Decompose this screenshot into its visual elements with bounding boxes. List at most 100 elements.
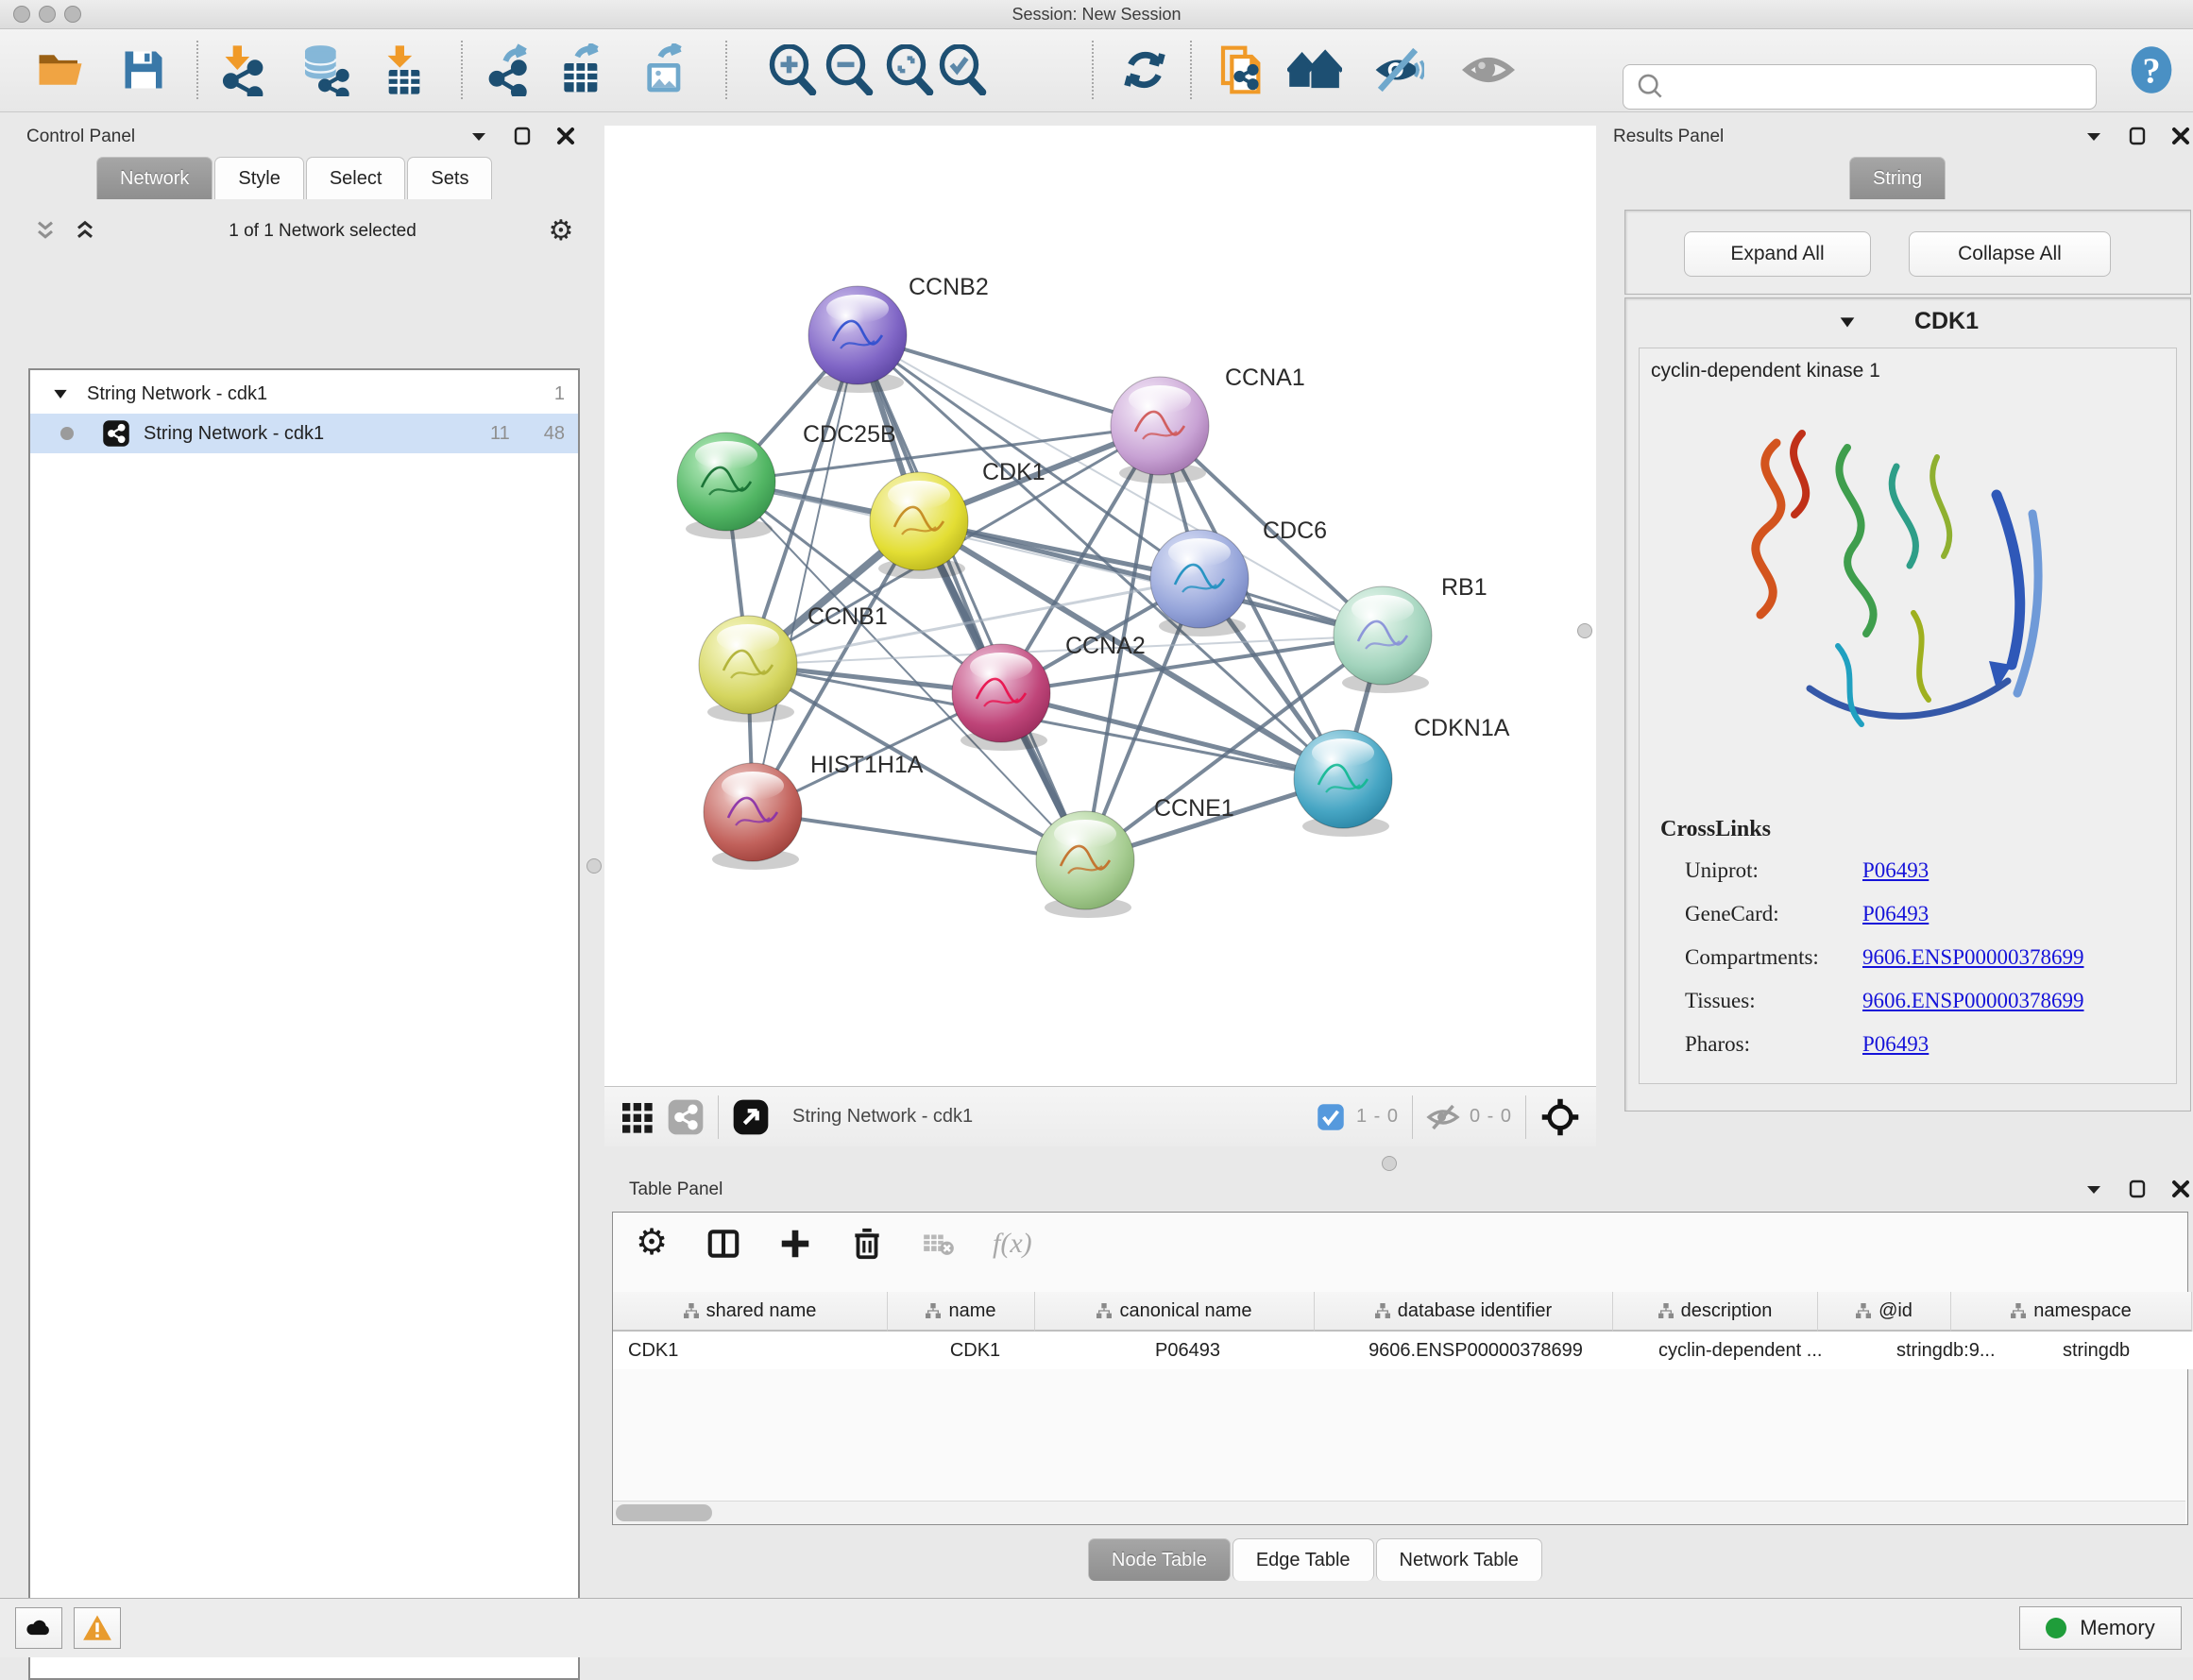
import-network-file-button[interactable] xyxy=(214,42,269,97)
tab-network[interactable]: Network xyxy=(96,157,212,199)
left-splitter-handle[interactable] xyxy=(586,858,602,874)
collapse-all-button[interactable]: Collapse All xyxy=(1909,231,2111,277)
panel-close-icon[interactable] xyxy=(2169,1178,2192,1200)
control-panel: Control Panel NetworkStyleSelectSets 1 o… xyxy=(9,111,590,1596)
search-box[interactable] xyxy=(1623,64,2097,110)
tab-edge-table[interactable]: Edge Table xyxy=(1232,1538,1374,1581)
zoom-in-button[interactable] xyxy=(766,42,821,97)
column-header-name[interactable]: name xyxy=(888,1292,1035,1332)
birds-eye-crosshair-icon[interactable] xyxy=(1539,1096,1581,1138)
clone-network-button[interactable] xyxy=(1216,42,1270,97)
zoom-fit-button[interactable] xyxy=(883,42,938,97)
automation-cloud-button[interactable] xyxy=(15,1607,62,1649)
table-row[interactable]: CDK1CDK1P064939606.ENSP00000378699cyclin… xyxy=(613,1332,2185,1369)
grid-view-icon[interactable] xyxy=(618,1098,655,1136)
network-badge-gray-icon[interactable] xyxy=(667,1098,705,1136)
zoom-selected-button[interactable] xyxy=(936,42,991,97)
help-button[interactable]: ? xyxy=(2124,42,2179,97)
tab-network-table[interactable]: Network Table xyxy=(1376,1538,1542,1581)
expand-all-chevron-icon[interactable] xyxy=(32,218,59,245)
expand-all-button[interactable]: Expand All xyxy=(1684,231,1871,277)
save-session-button[interactable] xyxy=(116,42,171,97)
export-table-button[interactable] xyxy=(554,42,609,97)
table-cell[interactable]: P06493 xyxy=(1048,1332,1327,1369)
search-input[interactable] xyxy=(1673,67,2096,107)
tab-select[interactable]: Select xyxy=(306,157,406,199)
open-in-window-icon[interactable] xyxy=(732,1098,770,1136)
export-image-button[interactable] xyxy=(638,42,692,97)
crosslink-link[interactable]: 9606.ENSP00000378699 xyxy=(1862,989,2084,1013)
panel-float-icon[interactable] xyxy=(2126,1178,2149,1200)
crosslink-link[interactable]: P06493 xyxy=(1862,858,1929,883)
edge-HIST1H1A-CCNE1[interactable] xyxy=(753,812,1085,860)
table-cell[interactable]: CDK1 xyxy=(902,1332,1048,1369)
show-all-button[interactable] xyxy=(1461,42,1516,97)
node-CDKN1A[interactable] xyxy=(1294,730,1392,837)
add-column-plus-icon[interactable] xyxy=(777,1226,813,1262)
column-header--id[interactable]: @id xyxy=(1818,1292,1951,1332)
right-splitter-handle[interactable] xyxy=(1577,623,1592,638)
import-network-database-button[interactable] xyxy=(298,42,352,97)
collapse-all-chevron-icon[interactable] xyxy=(72,218,98,245)
zoom-out-button[interactable] xyxy=(823,42,877,97)
open-session-button[interactable] xyxy=(33,42,88,97)
network-canvas[interactable]: CCNB2CCNA1CDC25BCDK1CDC6RB1CCNB1CCNA2CDK… xyxy=(604,126,1596,1086)
node-CCNE1[interactable] xyxy=(1036,811,1134,918)
node-CCNA1[interactable] xyxy=(1111,377,1209,484)
node-HIST1H1A[interactable] xyxy=(704,763,802,870)
hide-selected-button[interactable] xyxy=(1370,42,1425,97)
network-collection-row[interactable]: String Network - cdk1 1 xyxy=(30,370,578,414)
panel-float-icon[interactable] xyxy=(2126,125,2149,147)
network-options-gear-icon[interactable]: ⚙ xyxy=(547,217,575,246)
tab-node-table[interactable]: Node Table xyxy=(1088,1538,1231,1581)
panel-menu-icon[interactable] xyxy=(468,125,490,147)
node-CDC6[interactable] xyxy=(1150,530,1249,636)
column-header-description[interactable]: description xyxy=(1613,1292,1818,1332)
string-home-button[interactable] xyxy=(1287,42,1342,97)
node-CDC25B[interactable] xyxy=(677,433,775,539)
node-CCNB2[interactable] xyxy=(808,286,907,393)
table-cell[interactable]: CDK1 xyxy=(613,1332,902,1369)
export-network-button[interactable] xyxy=(483,42,537,97)
panel-menu-icon[interactable] xyxy=(2082,125,2105,147)
entry-collapse-icon[interactable] xyxy=(1837,312,1858,332)
crosslink-link[interactable]: P06493 xyxy=(1862,1032,1929,1057)
hidden-eye-slash-icon[interactable] xyxy=(1426,1100,1460,1134)
import-table-button[interactable] xyxy=(377,42,432,97)
panel-float-icon[interactable] xyxy=(511,125,534,147)
table-cell[interactable]: 9606.ENSP00000378699 xyxy=(1327,1332,1624,1369)
panel-close-icon[interactable] xyxy=(554,125,577,147)
table-cell[interactable]: stringdb:9... xyxy=(1862,1332,2029,1369)
apply-layout-button[interactable] xyxy=(1117,42,1172,97)
node-CDK1[interactable] xyxy=(870,472,968,579)
entry-header[interactable]: CDK1 xyxy=(1625,308,2190,335)
tab-sets[interactable]: Sets xyxy=(407,157,492,199)
edge-CCNB2-HIST1H1A[interactable] xyxy=(753,335,858,812)
table-settings-gear-icon[interactable]: ⚙ xyxy=(634,1226,670,1262)
column-header-database-identifier[interactable]: database identifier xyxy=(1315,1292,1613,1332)
node-CCNB1[interactable] xyxy=(699,616,797,722)
tab-string[interactable]: String xyxy=(1849,157,1946,199)
crosslink-link[interactable]: P06493 xyxy=(1862,902,1929,926)
panel-menu-icon[interactable] xyxy=(2082,1178,2105,1200)
memory-button[interactable]: Memory xyxy=(2019,1606,2182,1650)
table-cell[interactable]: stringdb xyxy=(2029,1332,2193,1369)
delete-column-trash-icon[interactable] xyxy=(849,1226,885,1262)
selected-checkbox-icon[interactable] xyxy=(1317,1103,1345,1131)
network-row-selected[interactable]: String Network - cdk1 11 48 xyxy=(30,414,578,453)
table-hscrollbar-thumb[interactable] xyxy=(616,1504,712,1521)
table-cell[interactable]: cyclin-dependent ... xyxy=(1624,1332,1862,1369)
panel-close-icon[interactable] xyxy=(2169,125,2192,147)
network-graph[interactable]: CCNB2CCNA1CDC25BCDK1CDC6RB1CCNB1CCNA2CDK… xyxy=(604,126,1596,1086)
show-columns-icon[interactable] xyxy=(706,1226,741,1262)
tree-expanded-icon[interactable] xyxy=(51,384,70,403)
node-RB1[interactable] xyxy=(1334,586,1432,693)
crosslink-link[interactable]: 9606.ENSP00000378699 xyxy=(1862,945,2084,970)
tab-style[interactable]: Style xyxy=(214,157,303,199)
column-header-canonical-name[interactable]: canonical name xyxy=(1035,1292,1315,1332)
warnings-button[interactable] xyxy=(74,1607,121,1649)
edge-CCNB2-CCNE1[interactable] xyxy=(858,335,1085,860)
table-hscrollbar[interactable] xyxy=(613,1501,2185,1524)
column-header-namespace[interactable]: namespace xyxy=(1951,1292,2192,1332)
column-header-shared-name[interactable]: shared name xyxy=(613,1292,888,1332)
